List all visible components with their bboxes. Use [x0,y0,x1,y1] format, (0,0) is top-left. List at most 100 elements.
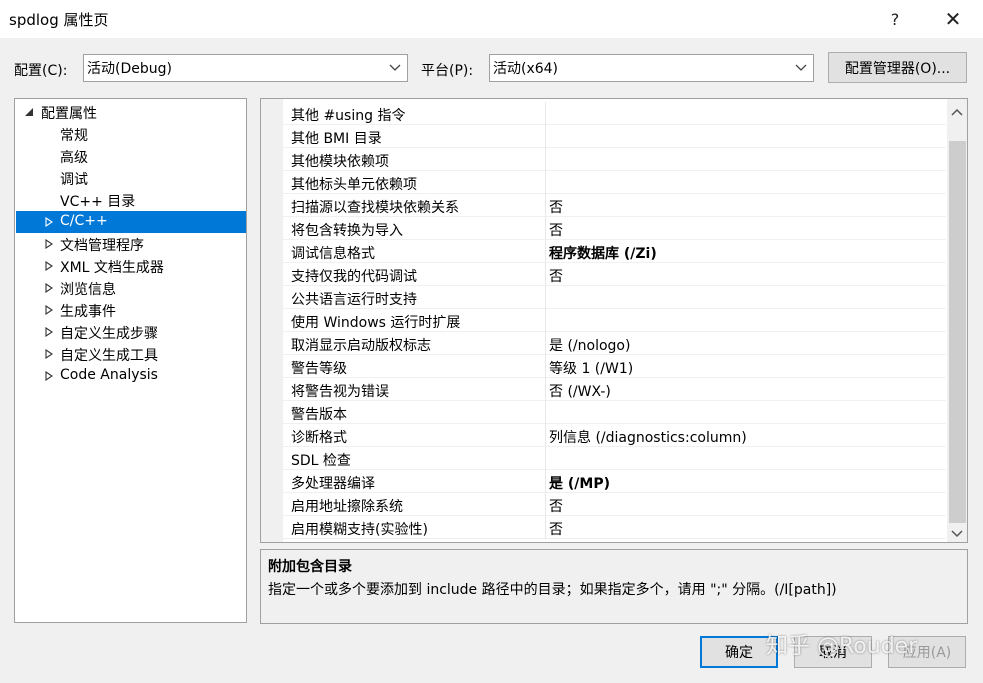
configuration-manager-button[interactable]: 配置管理器(O)... [828,52,967,83]
property-value[interactable]: 否 [549,197,563,217]
property-row[interactable]: 其他标头单元依赖项 [283,171,946,194]
tree-item[interactable]: 自定义生成工具 [16,343,246,365]
property-row[interactable]: 诊断格式 列信息 (/diagnostics:column) [283,424,946,447]
tree-item[interactable]: 自定义生成步骤 [16,321,246,343]
property-row[interactable]: 其他模块依赖项 [283,148,946,171]
tree-item[interactable]: 生成事件 [16,299,246,321]
description-title: 附加包含目录 [268,559,352,575]
property-row[interactable]: 其他 #using 指令 [283,102,946,125]
property-name: 支持仅我的代码调试 [291,269,417,285]
property-value[interactable]: 否 (/WX-) [549,381,611,401]
close-button[interactable]: ✕ [933,4,973,34]
property-value[interactable]: 是 (/nologo) [549,335,630,355]
property-row[interactable]: 支持仅我的代码调试 否 [283,263,946,286]
scrollbar-thumb[interactable] [949,141,966,523]
property-row[interactable]: 公共语言运行时支持 [283,286,946,309]
tree-item-label: 高级 [60,150,88,166]
expand-icon[interactable] [44,261,54,271]
property-name: 将包含转换为导入 [291,223,403,239]
property-name: 其他模块依赖项 [291,154,389,170]
column-divider [545,263,546,286]
property-tree: 配置属性 常规高级 调试 VC++ 目录 C/C++ 文档管理程序 XML 文档生成器 浏览… [14,98,247,623]
property-value[interactable]: 程序数据库 (/Zi) [549,243,657,263]
config-dropdown[interactable]: 活动(Debug) [83,54,408,82]
property-value[interactable]: 列信息 (/diagnostics:column) [549,427,747,447]
column-divider [545,401,546,424]
tree-item[interactable]: 浏览信息 [16,277,246,299]
tree-item-label: VC++ 目录 [60,194,136,210]
ok-label: 确定 [725,645,753,661]
property-value[interactable]: 否 [549,266,563,286]
property-row[interactable]: 将警告视为错误 否 (/WX-) [283,378,946,401]
platform-label: 平台(P): [421,63,474,79]
property-name: 其他标头单元依赖项 [291,177,417,193]
property-row[interactable]: 调试信息格式 程序数据库 (/Zi) [283,240,946,263]
config-value: 活动(Debug) [87,61,172,77]
tree-item[interactable]: 常规 [16,123,246,145]
description-text: 指定一个或多个要添加到 include 路径中的目录；如果指定多个，请用 ";"… [268,582,837,598]
platform-dropdown[interactable]: 活动(x64) [489,54,814,82]
expand-icon[interactable] [44,327,54,337]
column-divider [545,194,546,217]
expand-icon[interactable] [44,305,54,315]
watermark: 知乎 @Rouder [766,634,918,659]
property-value[interactable]: 是 (/MP) [549,473,610,493]
chevron-down-icon [389,64,401,71]
property-name: 使用 Windows 运行时扩展 [291,315,461,331]
help-button[interactable]: ? [875,4,915,34]
tree-root-label: 配置属性 [41,106,97,122]
property-row[interactable]: 启用模糊支持(实验性) 否 [283,516,946,539]
property-row[interactable]: 使用 Windows 运行时扩展 [283,309,946,332]
vertical-scrollbar[interactable] [947,99,967,542]
column-divider [545,102,546,125]
tree-item-label: Code Analysis [60,367,158,383]
property-row[interactable]: SDL 检查 [283,447,946,470]
tree-item[interactable]: 调试 [16,167,246,189]
column-divider [545,424,546,447]
tree-root-item[interactable]: 配置属性 [16,101,246,123]
property-row[interactable]: 警告等级 等级 1 (/W1) [283,355,946,378]
column-divider [545,125,546,148]
window-title: spdlog 属性页 [9,11,109,29]
property-value[interactable]: 否 [549,496,563,516]
property-value[interactable]: 否 [549,519,563,539]
property-name: 扫描源以查找模块依赖关系 [291,200,459,216]
property-name: 其他 #using 指令 [291,108,406,124]
tree-item[interactable]: VC++ 目录 [16,189,246,211]
expand-icon[interactable] [44,217,54,227]
tree-item-label: 文档管理程序 [60,238,144,254]
tree-item[interactable]: 文档管理程序 [16,233,246,255]
property-row[interactable]: 启用地址擦除系统 否 [283,493,946,516]
scroll-down-icon[interactable] [951,529,963,539]
property-row[interactable]: 取消显示启动版权标志 是 (/nologo) [283,332,946,355]
expand-icon[interactable] [44,371,54,381]
property-value[interactable]: 否 [549,220,563,240]
property-row[interactable]: 扫描源以查找模块依赖关系 否 [283,194,946,217]
expand-icon[interactable] [44,349,54,359]
property-row[interactable]: 其他 BMI 目录 [283,125,946,148]
property-name: 其他 BMI 目录 [291,131,382,147]
tree-item-label: XML 文档生成器 [60,260,164,276]
tree-item[interactable]: XML 文档生成器 [16,255,246,277]
help-icon: ? [890,9,900,29]
tree-item-label: 自定义生成工具 [60,348,158,364]
property-name: 启用地址擦除系统 [291,499,403,515]
property-row[interactable]: 多处理器编译 是 (/MP) [283,470,946,493]
grid-gutter [261,99,283,542]
property-row[interactable]: 将包含转换为导入 否 [283,217,946,240]
property-value[interactable]: 等级 1 (/W1) [549,358,633,378]
expand-icon[interactable] [44,239,54,249]
scroll-up-icon[interactable] [951,107,963,117]
property-row[interactable]: 警告版本 [283,401,946,424]
tree-item[interactable]: C/C++ [16,211,246,233]
tree-item-label: 自定义生成步骤 [60,326,158,342]
tree-item-label: 生成事件 [60,304,116,320]
property-name: 启用模糊支持(实验性) [291,522,428,538]
collapse-icon[interactable] [24,107,34,117]
column-divider [545,171,546,194]
tree-item[interactable]: Code Analysis [16,365,246,387]
property-grid: 其他 #using 指令 其他 BMI 目录 其他模块依赖项 其他标头单元依赖项 扫描源… [260,98,968,543]
tree-item[interactable]: 高级 [16,145,246,167]
property-name: 将警告视为错误 [291,384,389,400]
expand-icon[interactable] [44,283,54,293]
